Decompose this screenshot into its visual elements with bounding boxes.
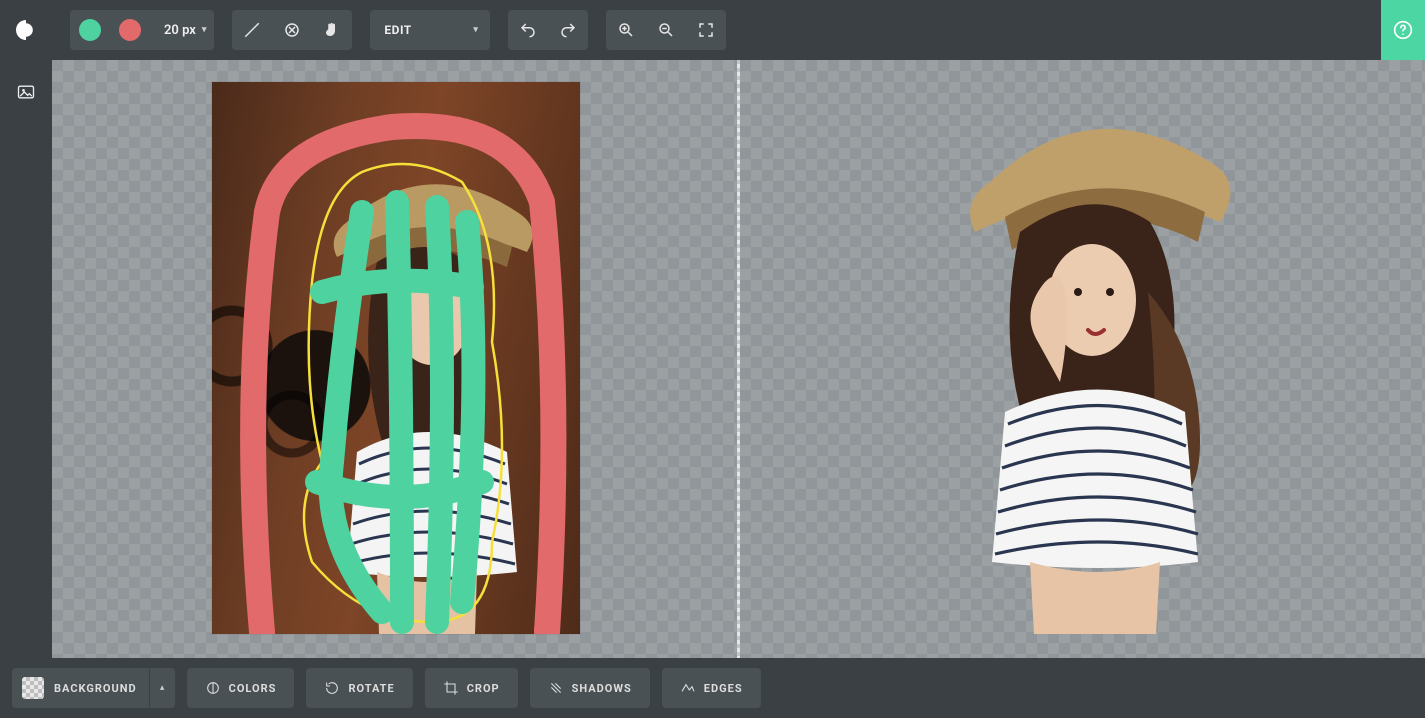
remove-swatch-icon: [119, 19, 141, 41]
background-selector[interactable]: BACKGROUND ▴: [12, 668, 175, 708]
keep-brush-button[interactable]: [70, 10, 110, 50]
history-group: [508, 10, 588, 50]
crop-button[interactable]: CROP: [425, 668, 518, 708]
fit-screen-button[interactable]: [686, 10, 726, 50]
crop-label: CROP: [467, 682, 500, 695]
edit-mode-dropdown[interactable]: EDIT ▾: [370, 10, 490, 50]
top-toolbar: 20 px ▾ EDIT ▾: [0, 0, 1425, 60]
pan-button[interactable]: [312, 10, 352, 50]
app-logo[interactable]: [0, 0, 52, 60]
source-pane[interactable]: [52, 60, 737, 658]
edges-label: EDGES: [704, 682, 743, 695]
clear-marks-button[interactable]: [272, 10, 312, 50]
mode-group: EDIT ▾: [370, 10, 490, 50]
redo-button[interactable]: [548, 10, 588, 50]
colors-button[interactable]: COLORS: [187, 668, 295, 708]
source-image: [212, 82, 580, 634]
eraser-button[interactable]: [232, 10, 272, 50]
chevron-down-icon: ▾: [202, 25, 207, 35]
brush-size-dropdown[interactable]: 20 px ▾: [150, 10, 214, 50]
colors-label: COLORS: [229, 682, 277, 695]
subject-illustration: [297, 152, 557, 634]
left-rail: [0, 60, 52, 658]
contrast-icon: [205, 680, 221, 696]
rotate-button[interactable]: ROTATE: [306, 668, 412, 708]
result-pane[interactable]: [740, 60, 1425, 658]
transparency-chip-icon: [22, 677, 44, 699]
background-label: BACKGROUND: [54, 682, 149, 695]
rotate-icon: [324, 680, 340, 696]
cutout-image: [950, 82, 1240, 634]
remove-brush-button[interactable]: [110, 10, 150, 50]
undo-button[interactable]: [508, 10, 548, 50]
edges-icon: [680, 680, 696, 696]
shadows-label: SHADOWS: [572, 682, 632, 695]
bottom-toolbar: BACKGROUND ▴ COLORS ROTATE CROP SHADOWS …: [0, 658, 1425, 718]
zoom-in-button[interactable]: [606, 10, 646, 50]
help-button[interactable]: [1381, 0, 1425, 60]
brush-group: 20 px ▾: [70, 10, 214, 50]
zoom-group: [606, 10, 726, 50]
keep-swatch-icon: [79, 19, 101, 41]
images-panel-button[interactable]: [8, 74, 44, 110]
crop-icon: [443, 680, 459, 696]
zoom-out-button[interactable]: [646, 10, 686, 50]
shadows-icon: [548, 680, 564, 696]
canvas-area: [52, 60, 1425, 658]
edges-button[interactable]: EDGES: [662, 668, 761, 708]
tool-group: [232, 10, 352, 50]
chevron-down-icon: ▾: [473, 25, 478, 35]
background-dropdown-toggle[interactable]: ▴: [149, 668, 175, 708]
brush-size-label: 20 px: [164, 23, 196, 38]
shadows-button[interactable]: SHADOWS: [530, 668, 650, 708]
rotate-label: ROTATE: [348, 682, 394, 695]
edit-mode-label: EDIT: [384, 23, 411, 37]
